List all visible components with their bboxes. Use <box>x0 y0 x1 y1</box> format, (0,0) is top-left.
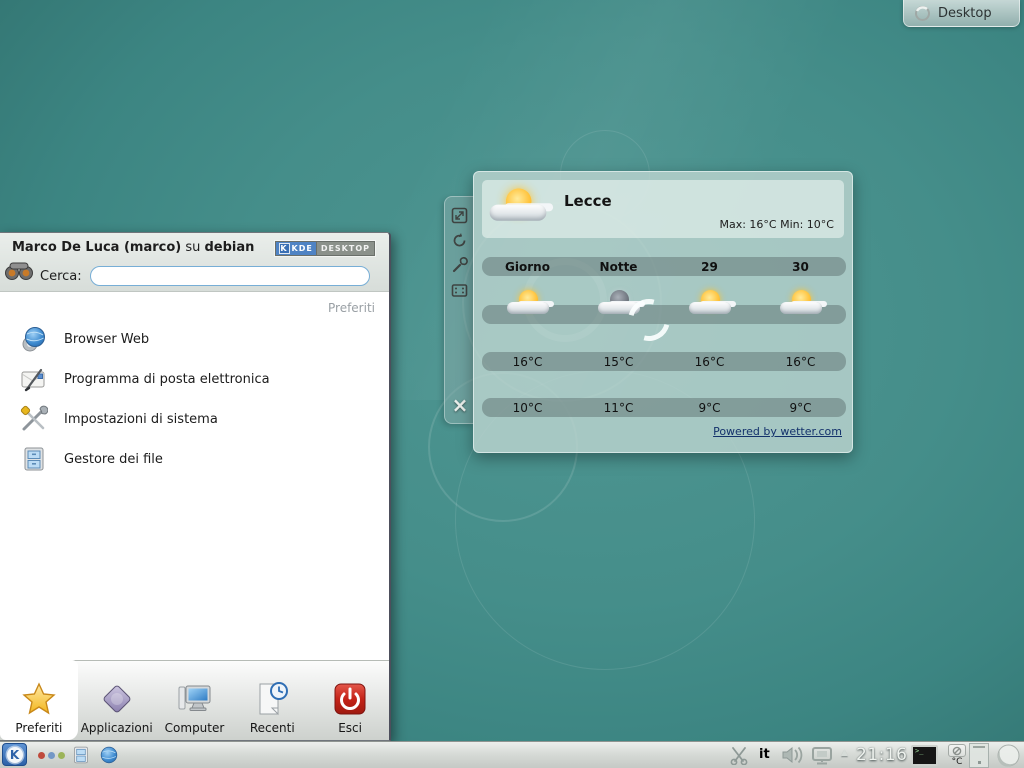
globe-gear-icon <box>20 325 48 353</box>
mini-panel-widget[interactable] <box>969 743 989 768</box>
tab-label: Esci <box>338 721 362 735</box>
kde-logo-icon: K <box>7 747 23 763</box>
favorite-item-browser[interactable]: Browser Web <box>0 319 389 359</box>
applet-handle[interactable]: × <box>444 196 474 424</box>
cashew-icon <box>914 5 931 22</box>
weather-tray-widget[interactable]: °C <box>946 744 968 768</box>
weather-low-temps-row: 10°C 11°C 9°C 9°C <box>482 398 846 417</box>
high-temp: 15°C <box>573 355 664 369</box>
crossed-tools-icon <box>20 405 48 433</box>
tab-label: Applicazioni <box>81 721 153 735</box>
rotate-icon[interactable] <box>451 232 468 249</box>
close-icon[interactable]: × <box>450 395 470 415</box>
mail-icon <box>20 365 48 393</box>
forecast-icon <box>506 290 550 322</box>
kde-menu-button[interactable]: K <box>2 743 27 766</box>
kickoff-header: Marco De Luca (marco) su debian KKDE DES… <box>0 233 389 292</box>
no-data-icon <box>952 746 962 756</box>
user-name: Marco De Luca (marco) <box>12 240 181 255</box>
favorite-label: Impostazioni di sistema <box>64 412 218 427</box>
favorite-label: Browser Web <box>64 332 149 347</box>
volume-icon[interactable] <box>781 746 807 764</box>
terminal-icon[interactable]: >_ <box>911 745 938 766</box>
weather-credit-link[interactable]: Powered by wetter.com <box>713 425 842 438</box>
kickoff-tab-bar: Preferiti Applicazioni <box>0 660 389 740</box>
tab-esci[interactable]: Esci <box>311 661 389 740</box>
host-name: debian <box>205 240 255 255</box>
kde-logo-icon: K <box>279 243 290 254</box>
tab-label: Recenti <box>250 721 295 735</box>
low-temp: 10°C <box>482 401 573 415</box>
high-temp: 16°C <box>664 355 755 369</box>
weather-current-icon <box>488 188 547 231</box>
high-temp: 16°C <box>482 355 573 369</box>
favorite-item-filemanager[interactable]: Gestore dei file <box>0 439 389 479</box>
favorite-item-systemsettings[interactable]: Impostazioni di sistema <box>0 399 389 439</box>
tab-computer[interactable]: Computer <box>156 661 234 740</box>
web-browser-icon[interactable] <box>99 745 119 765</box>
busy-spinner-icon <box>628 299 670 341</box>
computer-icon <box>176 681 212 717</box>
resize-icon[interactable] <box>451 207 468 224</box>
column-label: Giorno <box>482 260 573 274</box>
low-temp: 9°C <box>755 401 846 415</box>
forecast-icon <box>779 290 823 322</box>
kickoff-favorites-panel: Preferiti Browser Web <box>0 293 389 660</box>
weather-header: Lecce Max: 16°C Min: 10°C <box>482 180 844 238</box>
network-monitor-icon[interactable] <box>810 746 834 765</box>
kickoff-launcher: Marco De Luca (marco) su debian KKDE DES… <box>0 232 391 741</box>
low-temp: 11°C <box>573 401 664 415</box>
weather-widget[interactable]: Lecce Max: 16°C Min: 10°C Giorno Notte 2… <box>473 171 853 453</box>
binoculars-search-icon <box>4 257 34 283</box>
weather-columns-row: Giorno Notte 29 30 <box>482 257 846 276</box>
desktop-toolbox[interactable]: Desktop <box>903 0 1020 27</box>
user-info: Marco De Luca (marco) su debian <box>12 240 254 255</box>
tab-preferiti[interactable]: Preferiti <box>0 660 78 740</box>
kde-desktop-badge: KKDE DESKTOP <box>275 241 376 256</box>
star-icon <box>21 681 57 717</box>
weather-city: Lecce <box>564 192 612 210</box>
digital-clock[interactable]: 21:16 <box>856 745 910 765</box>
weather-maxmin: Max: 16°C Min: 10°C <box>719 218 834 231</box>
diamond-icon <box>99 681 135 717</box>
section-label: Preferiti <box>0 293 389 319</box>
bottom-panel: K it ▲ <box>0 741 1024 768</box>
panel-cashew-icon[interactable] <box>995 742 1022 768</box>
pager-dot-green[interactable] <box>58 752 65 759</box>
low-temp: 9°C <box>664 401 755 415</box>
configure-wrench-icon[interactable] <box>451 257 468 274</box>
tab-recenti[interactable]: Recenti <box>233 661 311 740</box>
column-label: Notte <box>573 260 664 274</box>
favorite-label: Programma di posta elettronica <box>64 372 270 387</box>
keyboard-layout-indicator[interactable]: it <box>759 747 770 762</box>
pager-dot-red[interactable] <box>38 752 45 759</box>
search-input[interactable] <box>90 266 370 286</box>
power-icon <box>332 681 368 717</box>
tab-label: Computer <box>165 721 225 735</box>
tab-label: Preferiti <box>15 721 62 735</box>
file-manager-icon[interactable] <box>71 745 91 765</box>
forecast-icon <box>688 290 732 322</box>
favorite-item-mail[interactable]: Programma di posta elettronica <box>0 359 389 399</box>
high-temp: 16°C <box>755 355 846 369</box>
weather-high-temps-row: 16°C 15°C 16°C 16°C <box>482 352 846 371</box>
column-label: 29 <box>664 260 755 274</box>
maximize-icon[interactable] <box>451 282 468 299</box>
systray-expander-icon[interactable]: ▲ <box>841 748 848 758</box>
toolbox-label: Desktop <box>938 6 992 21</box>
column-label: 30 <box>755 260 846 274</box>
search-row: Cerca: <box>0 261 389 291</box>
pager-dot-blue[interactable] <box>48 752 55 759</box>
search-label: Cerca: <box>40 269 82 284</box>
file-cabinet-icon <box>20 445 48 473</box>
desktop-background: Desktop × Lecce Max: 16°C Min: 10 <box>0 0 1024 768</box>
favorite-label: Gestore dei file <box>64 452 163 467</box>
weather-tray-label: °C <box>946 757 968 767</box>
clipboard-scissors-icon[interactable] <box>729 746 749 765</box>
document-clock-icon <box>254 681 290 717</box>
tab-applicazioni[interactable]: Applicazioni <box>78 661 156 740</box>
